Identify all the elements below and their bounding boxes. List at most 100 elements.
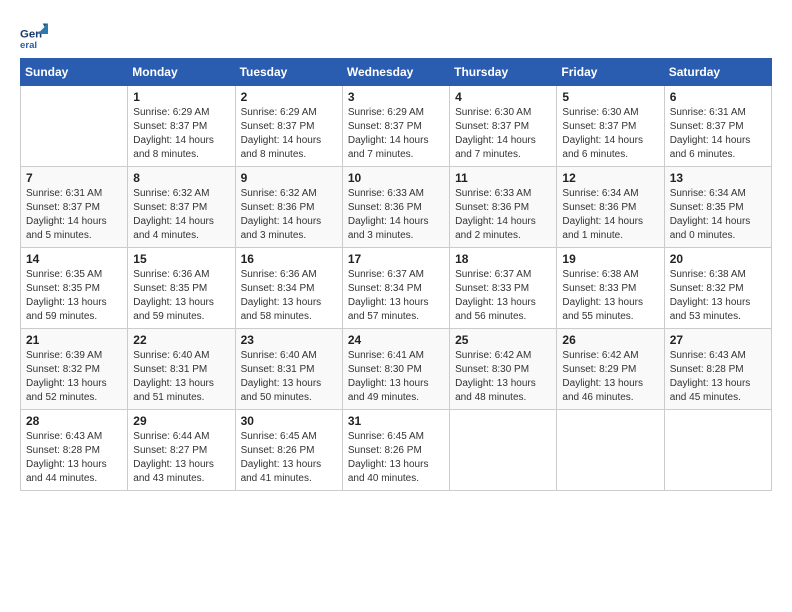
day-info: Sunrise: 6:33 AM Sunset: 8:36 PM Dayligh… (348, 187, 444, 243)
calendar-cell: 25 Sunrise: 6:42 AM Sunset: 8:30 PM Dayli… (450, 329, 557, 410)
week-row-2: 14Sunrise: 6:35 AM Sunset: 8:35 PM Dayli… (21, 248, 772, 329)
day-info: Sunrise: 6:29 AM Sunset: 8:37 PM Dayligh… (348, 106, 444, 162)
svg-text:Gen: Gen (20, 29, 42, 41)
week-row-1: 7Sunrise: 6:31 AM Sunset: 8:37 PM Daylig… (21, 167, 772, 248)
column-header-friday: Friday (557, 59, 664, 86)
day-number: 29 (133, 414, 229, 428)
calendar-cell: 28 Sunrise: 6:43 AM Sunset: 8:28 PM Dayli… (21, 410, 128, 491)
calendar-header: SundayMondayTuesdayWednesdayThursdayFrid… (21, 59, 772, 86)
calendar-cell: 3 Sunrise: 6:29 AM Sunset: 8:37 PM Daylig… (342, 86, 449, 167)
calendar-cell: 12 Sunrise: 6:34 AM Sunset: 8:36 PM Dayli… (557, 167, 664, 248)
calendar-cell: 2 Sunrise: 6:29 AM Sunset: 8:37 PM Daylig… (235, 86, 342, 167)
calendar-cell: 4Sunrise: 6:30 AM Sunset: 8:37 PM Daylig… (450, 86, 557, 167)
day-number: 12 (562, 171, 658, 185)
day-info: Sunrise: 6:32 AM Sunset: 8:36 PM Dayligh… (241, 187, 337, 243)
day-number: 15 (133, 252, 229, 266)
day-info: Sunrise: 6:36 AM Sunset: 8:35 PM Dayligh… (133, 268, 229, 324)
day-number: 21 (26, 333, 122, 347)
calendar-cell: 20 Sunrise: 6:38 AM Sunset: 8:32 PM Dayli… (664, 248, 771, 329)
day-info: Sunrise: 6:29 AM Sunset: 8:37 PM Dayligh… (241, 106, 337, 162)
day-number: 11 (455, 171, 551, 185)
day-number: 28 (26, 414, 122, 428)
calendar-cell: 13 Sunrise: 6:34 AM Sunset: 8:35 PM Dayli… (664, 167, 771, 248)
day-number: 19 (562, 252, 658, 266)
day-info: Sunrise: 6:38 AM Sunset: 8:32 PM Dayligh… (670, 268, 766, 324)
calendar-body: 1Sunrise: 6:29 AM Sunset: 8:37 PM Daylig… (21, 86, 772, 491)
day-info: Sunrise: 6:43 AM Sunset: 8:28 PM Dayligh… (670, 349, 766, 405)
calendar-cell: 18Sunrise: 6:37 AM Sunset: 8:33 PM Dayli… (450, 248, 557, 329)
day-info: Sunrise: 6:35 AM Sunset: 8:35 PM Dayligh… (26, 268, 122, 324)
day-info: Sunrise: 6:45 AM Sunset: 8:26 PM Dayligh… (241, 430, 337, 486)
day-number: 2 (241, 90, 337, 104)
calendar-cell: 8 Sunrise: 6:32 AM Sunset: 8:37 PM Daylig… (128, 167, 235, 248)
calendar-cell (450, 410, 557, 491)
day-number: 16 (241, 252, 337, 266)
day-info: Sunrise: 6:30 AM Sunset: 8:37 PM Dayligh… (562, 106, 658, 162)
day-number: 9 (241, 171, 337, 185)
week-row-3: 21 Sunrise: 6:39 AM Sunset: 8:32 PM Dayli… (21, 329, 772, 410)
calendar-cell: 29Sunrise: 6:44 AM Sunset: 8:27 PM Dayli… (128, 410, 235, 491)
calendar-cell: 26Sunrise: 6:42 AM Sunset: 8:29 PM Dayli… (557, 329, 664, 410)
calendar-cell: 5 Sunrise: 6:30 AM Sunset: 8:37 PM Daylig… (557, 86, 664, 167)
day-number: 30 (241, 414, 337, 428)
calendar-cell: 21 Sunrise: 6:39 AM Sunset: 8:32 PM Dayli… (21, 329, 128, 410)
day-number: 24 (348, 333, 444, 347)
day-info: Sunrise: 6:40 AM Sunset: 8:31 PM Dayligh… (133, 349, 229, 405)
logo: Gen eral (20, 20, 52, 48)
day-info: Sunrise: 6:34 AM Sunset: 8:36 PM Dayligh… (562, 187, 658, 243)
calendar-cell: 17 Sunrise: 6:37 AM Sunset: 8:34 PM Dayli… (342, 248, 449, 329)
calendar-cell (21, 86, 128, 167)
calendar-cell: 7Sunrise: 6:31 AM Sunset: 8:37 PM Daylig… (21, 167, 128, 248)
day-number: 27 (670, 333, 766, 347)
day-number: 3 (348, 90, 444, 104)
calendar-cell: 24Sunrise: 6:41 AM Sunset: 8:30 PM Dayli… (342, 329, 449, 410)
calendar-cell: 6 Sunrise: 6:31 AM Sunset: 8:37 PM Daylig… (664, 86, 771, 167)
svg-text:eral: eral (20, 40, 37, 48)
calendar-cell: 9 Sunrise: 6:32 AM Sunset: 8:36 PM Daylig… (235, 167, 342, 248)
calendar-cell: 30 Sunrise: 6:45 AM Sunset: 8:26 PM Dayli… (235, 410, 342, 491)
column-header-sunday: Sunday (21, 59, 128, 86)
day-number: 31 (348, 414, 444, 428)
day-info: Sunrise: 6:34 AM Sunset: 8:35 PM Dayligh… (670, 187, 766, 243)
day-number: 5 (562, 90, 658, 104)
day-number: 25 (455, 333, 551, 347)
day-info: Sunrise: 6:33 AM Sunset: 8:36 PM Dayligh… (455, 187, 551, 243)
column-header-wednesday: Wednesday (342, 59, 449, 86)
column-header-saturday: Saturday (664, 59, 771, 86)
calendar-cell: 11 Sunrise: 6:33 AM Sunset: 8:36 PM Dayli… (450, 167, 557, 248)
column-header-tuesday: Tuesday (235, 59, 342, 86)
calendar-cell: 31Sunrise: 6:45 AM Sunset: 8:26 PM Dayli… (342, 410, 449, 491)
calendar-cell: 15 Sunrise: 6:36 AM Sunset: 8:35 PM Dayli… (128, 248, 235, 329)
day-number: 10 (348, 171, 444, 185)
calendar-table: SundayMondayTuesdayWednesdayThursdayFrid… (20, 58, 772, 491)
day-number: 8 (133, 171, 229, 185)
day-number: 6 (670, 90, 766, 104)
column-header-thursday: Thursday (450, 59, 557, 86)
day-number: 17 (348, 252, 444, 266)
logo-icon: Gen eral (20, 20, 48, 48)
calendar-cell: 27 Sunrise: 6:43 AM Sunset: 8:28 PM Dayli… (664, 329, 771, 410)
calendar-cell: 23Sunrise: 6:40 AM Sunset: 8:31 PM Dayli… (235, 329, 342, 410)
day-info: Sunrise: 6:36 AM Sunset: 8:34 PM Dayligh… (241, 268, 337, 324)
day-info: Sunrise: 6:39 AM Sunset: 8:32 PM Dayligh… (26, 349, 122, 405)
week-row-4: 28 Sunrise: 6:43 AM Sunset: 8:28 PM Dayli… (21, 410, 772, 491)
day-info: Sunrise: 6:30 AM Sunset: 8:37 PM Dayligh… (455, 106, 551, 162)
day-info: Sunrise: 6:37 AM Sunset: 8:34 PM Dayligh… (348, 268, 444, 324)
day-number: 13 (670, 171, 766, 185)
calendar-cell (557, 410, 664, 491)
day-number: 7 (26, 171, 122, 185)
day-info: Sunrise: 6:38 AM Sunset: 8:33 PM Dayligh… (562, 268, 658, 324)
header-row: SundayMondayTuesdayWednesdayThursdayFrid… (21, 59, 772, 86)
calendar-cell: 22Sunrise: 6:40 AM Sunset: 8:31 PM Dayli… (128, 329, 235, 410)
day-info: Sunrise: 6:32 AM Sunset: 8:37 PM Dayligh… (133, 187, 229, 243)
calendar-cell: 14Sunrise: 6:35 AM Sunset: 8:35 PM Dayli… (21, 248, 128, 329)
day-info: Sunrise: 6:37 AM Sunset: 8:33 PM Dayligh… (455, 268, 551, 324)
day-info: Sunrise: 6:43 AM Sunset: 8:28 PM Dayligh… (26, 430, 122, 486)
calendar-cell: 19 Sunrise: 6:38 AM Sunset: 8:33 PM Dayli… (557, 248, 664, 329)
day-info: Sunrise: 6:31 AM Sunset: 8:37 PM Dayligh… (670, 106, 766, 162)
day-number: 23 (241, 333, 337, 347)
day-number: 20 (670, 252, 766, 266)
day-info: Sunrise: 6:42 AM Sunset: 8:30 PM Dayligh… (455, 349, 551, 405)
calendar-cell: 16 Sunrise: 6:36 AM Sunset: 8:34 PM Dayli… (235, 248, 342, 329)
day-info: Sunrise: 6:29 AM Sunset: 8:37 PM Dayligh… (133, 106, 229, 162)
